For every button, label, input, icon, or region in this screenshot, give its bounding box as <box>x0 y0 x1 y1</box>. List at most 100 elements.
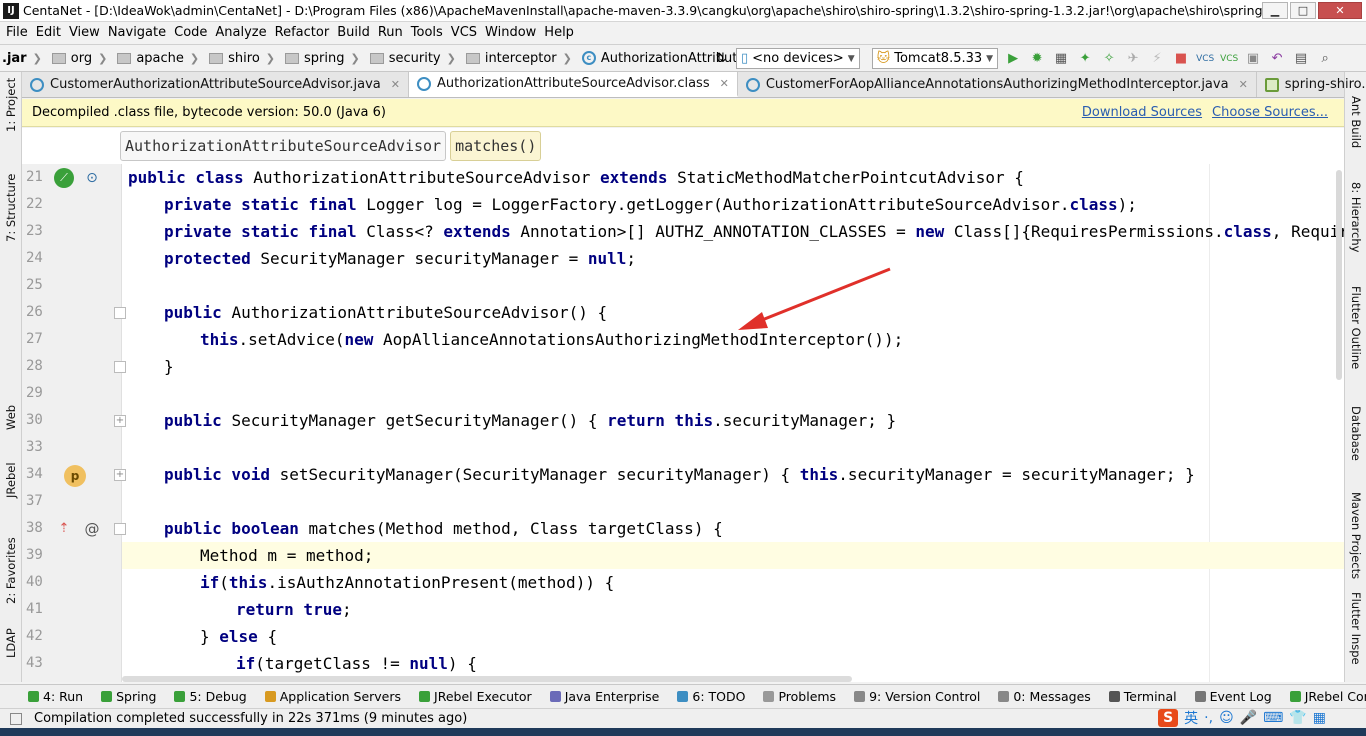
tool-window-java-ee[interactable]: Java Enterprise <box>549 689 659 704</box>
crumb-interceptor[interactable]: interceptor ❯ <box>464 51 580 66</box>
run-config-combo[interactable]: 🐱 Tomcat8.5.33 ▼ <box>871 48 999 69</box>
decompiled-banner: Decompiled .class file, bytecode version… <box>22 99 1344 127</box>
fold-collapse-icon[interactable] <box>114 361 126 373</box>
close-icon[interactable]: ✕ <box>391 78 400 91</box>
line-number: 30 <box>26 412 43 428</box>
tool-web[interactable]: Web <box>4 405 18 430</box>
menu-code[interactable]: Code <box>172 25 213 40</box>
devices-combo[interactable]: ▯ <no devices> ▼ <box>736 48 860 69</box>
tool-window-vcs[interactable]: 9: Version Control <box>854 689 980 704</box>
tab-spring-shiro-xml[interactable]: spring-shiro.xml ✕ <box>1257 72 1366 97</box>
crumb-shiro[interactable]: shiro ❯ <box>207 51 283 66</box>
tool-maven-projects[interactable]: Maven Projects <box>1349 492 1363 579</box>
code-editor[interactable]: public class AuthorizationAttributeSourc… <box>22 164 1344 682</box>
tool-flutter-inspector[interactable]: Flutter Inspe <box>1349 592 1363 665</box>
maximize-button[interactable]: □ <box>1290 2 1316 19</box>
tool-database[interactable]: Database <box>1349 406 1363 461</box>
ime-voice-icon[interactable]: 🎤 <box>1240 710 1257 726</box>
coverage-icon[interactable]: ▦ <box>1052 50 1070 68</box>
tool-window-messages[interactable]: 0: Messages <box>998 689 1091 704</box>
jrebel-debug-icon[interactable]: ✧ <box>1100 50 1118 68</box>
close-icon[interactable]: ✕ <box>1239 78 1248 91</box>
ime-punctuation-icon[interactable]: ·, <box>1204 710 1213 726</box>
tab-customer-advisor[interactable]: CustomerAuthorizationAttributeSourceAdvi… <box>22 72 409 97</box>
menu-refactor[interactable]: Refactor <box>273 25 336 40</box>
revert-icon[interactable]: ↶ <box>1268 50 1286 68</box>
ime-keyboard-icon[interactable]: ⌨ <box>1263 710 1283 726</box>
menu-navigate[interactable]: Navigate <box>106 25 172 40</box>
menu-window[interactable]: Window <box>483 25 542 40</box>
tool-window-todo[interactable]: 6: TODO <box>677 689 745 704</box>
project-structure-icon[interactable]: ▤ <box>1292 50 1310 68</box>
ime-language[interactable]: 英 <box>1184 708 1198 728</box>
menu-run[interactable]: Run <box>376 25 409 40</box>
tab-customer-interceptor[interactable]: CustomerForAopAllianceAnnotationsAuthori… <box>738 72 1257 97</box>
sogou-ime-icon[interactable]: S <box>1158 709 1179 727</box>
intellij-app-icon: IJ <box>3 2 19 19</box>
ime-skin-icon[interactable]: 👕 <box>1289 710 1306 726</box>
vertical-scrollbar[interactable] <box>1336 170 1342 380</box>
tool-window-servers[interactable]: Application Servers <box>264 689 401 704</box>
menu-tools[interactable]: Tools <box>409 25 449 40</box>
tab-authorization-advisor[interactable]: AuthorizationAttributeSourceAdvisor.clas… <box>408 72 738 97</box>
menu-build[interactable]: Build <box>335 25 376 40</box>
tool-window-terminal[interactable]: Terminal <box>1108 689 1177 704</box>
tool-hierarchy[interactable]: 8: Hierarchy <box>1349 182 1363 252</box>
toggle-tool-windows-icon[interactable] <box>10 712 22 725</box>
choose-sources-link[interactable]: Choose Sources... <box>1212 105 1328 120</box>
menu-help[interactable]: Help <box>542 25 580 40</box>
tool-structure[interactable]: 7: Structure <box>4 174 18 242</box>
tool-window-warning[interactable]: Problems <box>763 689 836 704</box>
vcs-update-icon[interactable]: VCS <box>1196 50 1214 68</box>
tool-window-label: 5: Debug <box>189 689 247 704</box>
line-number: 39 <box>26 547 43 563</box>
history-icon[interactable]: ▣ <box>1244 50 1262 68</box>
crumb-security[interactable]: security ❯ <box>368 51 464 66</box>
tool-ant-build[interactable]: Ant Build <box>1349 96 1363 148</box>
tool-window-label: JRebel Executor <box>434 689 532 704</box>
horizontal-scrollbar[interactable] <box>122 676 852 682</box>
vcs-commit-icon[interactable]: VCS <box>1220 50 1238 68</box>
close-button[interactable]: ✕ <box>1318 2 1362 19</box>
search-everywhere-icon[interactable]: ⌕ <box>1316 50 1334 68</box>
tool-window-event-log[interactable]: Event Log <box>1194 689 1272 704</box>
tool-flutter-outline[interactable]: Flutter Outline <box>1349 286 1363 369</box>
menu-vcs[interactable]: VCS <box>449 25 483 40</box>
jrebel-run-icon[interactable]: ✦ <box>1076 50 1094 68</box>
ime-emoji-icon[interactable]: ☺ <box>1219 710 1234 726</box>
tool-window-jrebel-console[interactable]: JRebel Console <box>1289 689 1366 704</box>
tool-window-spring[interactable]: Spring <box>101 689 156 704</box>
tool-window-jrebel[interactable]: JRebel Executor <box>419 689 532 704</box>
fold-expand-icon[interactable]: + <box>114 469 126 481</box>
tool-project[interactable]: 1: Project <box>4 78 18 132</box>
stop-icon[interactable]: ■ <box>1172 50 1190 68</box>
fold-collapse-icon[interactable] <box>114 307 126 319</box>
crumb-jar[interactable]: .jar ❯ <box>0 51 50 66</box>
crumb-apache[interactable]: apache ❯ <box>115 51 207 66</box>
menu-analyze[interactable]: Analyze <box>213 25 272 40</box>
breadcrumb-method[interactable]: matches() <box>450 131 542 161</box>
fold-expand-icon[interactable]: + <box>114 415 126 427</box>
lightning-icon[interactable]: ⚡ <box>1148 50 1166 68</box>
crumb-spring[interactable]: spring ❯ <box>283 51 368 66</box>
breadcrumb-class[interactable]: AuthorizationAttributeSourceAdvisor <box>120 131 447 161</box>
minimize-button[interactable]: ▁ <box>1262 2 1288 19</box>
fold-collapse-icon[interactable] <box>114 523 126 535</box>
tool-jrebel[interactable]: JRebel <box>4 462 18 498</box>
sort-icon[interactable]: ⇅ <box>712 50 730 68</box>
crumb-org[interactable]: org ❯ <box>50 51 116 66</box>
menu-file[interactable]: File <box>4 25 34 40</box>
class-icon <box>745 77 760 92</box>
close-icon[interactable]: ✕ <box>720 77 729 90</box>
debug-icon[interactable]: ✹ <box>1028 50 1046 68</box>
jrebel-deploy-icon[interactable]: ✈ <box>1124 50 1142 68</box>
run-icon[interactable]: ▶ <box>1004 50 1022 68</box>
tool-window-debug[interactable]: 5: Debug <box>174 689 247 704</box>
menu-edit[interactable]: Edit <box>34 25 67 40</box>
ime-tools-icon[interactable]: ▦ <box>1313 710 1326 726</box>
tool-window-run[interactable]: 4: Run <box>28 689 83 704</box>
menu-view[interactable]: View <box>67 25 106 40</box>
tool-ldap[interactable]: LDAP <box>4 628 18 658</box>
tool-favorites[interactable]: 2: Favorites <box>4 537 18 604</box>
download-sources-link[interactable]: Download Sources <box>1082 105 1202 120</box>
